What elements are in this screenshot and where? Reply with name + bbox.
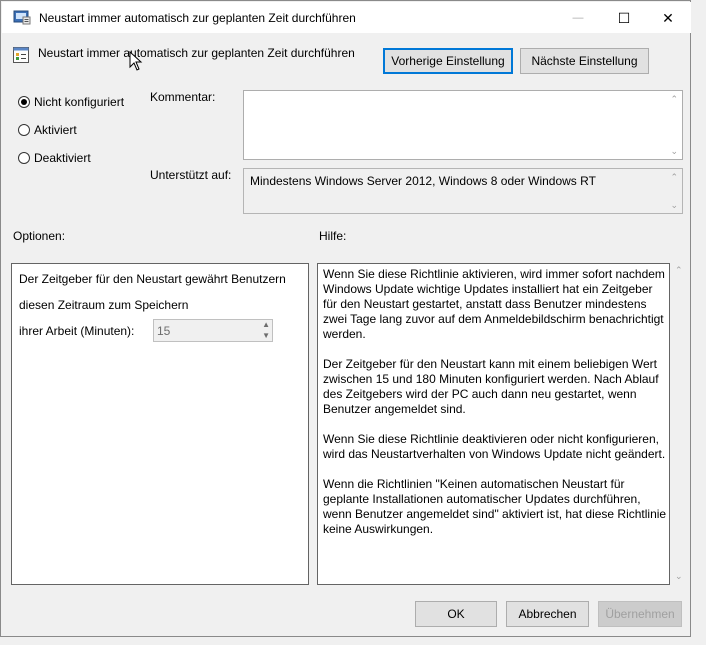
window-title: Neustart immer automatisch zur geplanten… — [39, 11, 356, 25]
supported-label: Unterstützt auf: — [150, 168, 232, 182]
policy-editor-icon — [13, 10, 31, 25]
radio-not-configured[interactable]: Nicht konfiguriert — [18, 95, 138, 109]
help-paragraph: Wenn Sie diese Richtlinie aktivieren, wi… — [323, 267, 665, 341]
supported-box: Mindestens Windows Server 2012, Windows … — [243, 168, 683, 214]
policy-name: Neustart immer automatisch zur geplanten… — [38, 46, 355, 60]
help-heading: Hilfe: — [319, 229, 347, 243]
maximize-button[interactable]: ☐ — [601, 3, 647, 33]
radio-label: Nicht konfiguriert — [34, 95, 125, 109]
help-scroll-down-icon[interactable]: ⌄ — [675, 571, 683, 582]
minutes-value: 15 — [157, 324, 171, 338]
minimize-icon: — — [572, 12, 584, 24]
help-paragraph: Der Zeitgeber für den Neustart kann mit … — [323, 357, 659, 416]
scroll-up-icon[interactable]: ⌃ — [670, 172, 678, 183]
close-icon: ✕ — [662, 9, 674, 26]
cancel-button[interactable]: Abbrechen — [506, 601, 589, 627]
help-panel: Wenn Sie diese Richtlinie aktivieren, wi… — [317, 263, 670, 585]
radio-button-selected[interactable] — [18, 96, 30, 108]
close-button[interactable]: ✕ — [645, 3, 691, 33]
options-text-line: diesen Zeitraum zum Speichern — [19, 298, 189, 312]
scroll-up-icon[interactable]: ⌃ — [670, 94, 678, 105]
supported-value: Mindestens Windows Server 2012, Windows … — [250, 174, 596, 188]
radio-button[interactable] — [18, 152, 30, 164]
help-paragraph: Wenn Sie diese Richtlinie deaktivieren o… — [323, 432, 666, 461]
comment-textarea[interactable]: ⌃ ⌄ — [243, 90, 683, 160]
title-bar: Neustart immer automatisch zur geplanten… — [2, 2, 691, 33]
ok-button[interactable]: OK — [415, 601, 497, 627]
previous-setting-button[interactable]: Vorherige Einstellung — [383, 48, 513, 74]
radio-enabled[interactable]: Aktiviert — [18, 123, 138, 137]
radio-label: Aktiviert — [34, 123, 77, 137]
policy-setting-icon — [13, 47, 29, 63]
policy-dialog: Neustart immer automatisch zur geplanten… — [0, 0, 691, 637]
radio-disabled[interactable]: Deaktiviert — [18, 151, 138, 165]
help-text: Wenn Sie diese Richtlinie aktivieren, wi… — [323, 267, 668, 552]
radio-label: Deaktiviert — [34, 151, 91, 165]
spin-down-icon[interactable]: ▼ — [262, 331, 270, 340]
options-panel: Der Zeitgeber für den Neustart gewährt B… — [11, 263, 309, 585]
minutes-label: ihrer Arbeit (Minuten): — [19, 324, 135, 338]
radio-button[interactable] — [18, 124, 30, 136]
scroll-down-icon[interactable]: ⌄ — [670, 200, 678, 211]
options-heading: Optionen: — [13, 229, 66, 243]
maximize-icon: ☐ — [617, 9, 631, 26]
mouse-cursor-icon — [129, 51, 143, 71]
options-text-line: Der Zeitgeber für den Neustart gewährt B… — [19, 272, 286, 286]
minutes-spinbox[interactable]: 15 ▲ ▼ — [153, 319, 273, 342]
scroll-down-icon[interactable]: ⌄ — [670, 146, 678, 157]
apply-button: Übernehmen — [598, 601, 682, 627]
help-paragraph: Wenn die Richtlinien "Keinen automatisch… — [323, 477, 667, 536]
next-setting-button[interactable]: Nächste Einstellung — [520, 48, 649, 74]
spin-up-icon[interactable]: ▲ — [262, 320, 270, 329]
minimize-button[interactable]: — — [555, 3, 601, 33]
help-scroll-up-icon[interactable]: ⌃ — [675, 265, 683, 276]
comment-label: Kommentar: — [150, 90, 216, 104]
